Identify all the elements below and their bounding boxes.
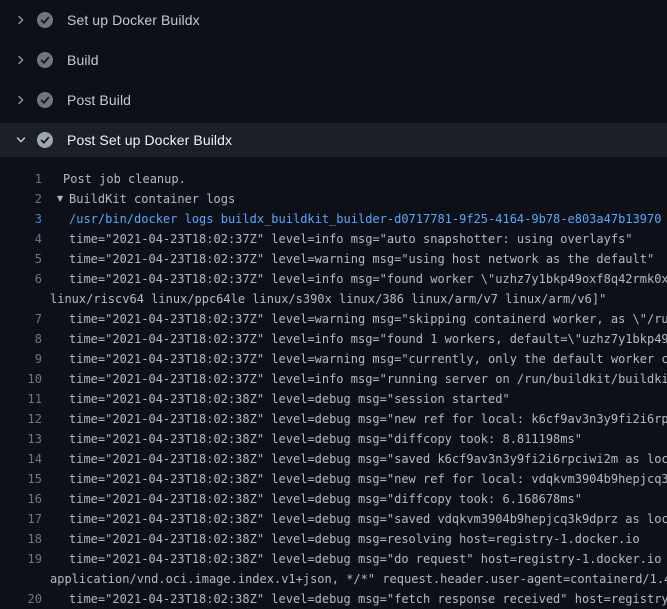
line-number[interactable]: 16 — [0, 489, 42, 509]
log-text: time="2021-04-23T18:02:38Z" level=debug … — [42, 389, 510, 409]
log-text: time="2021-04-23T18:02:37Z" level=warnin… — [42, 309, 667, 329]
log-line: 16 time="2021-04-23T18:02:38Z" level=deb… — [0, 489, 667, 509]
line-number[interactable]: 18 — [0, 529, 42, 549]
chevron-right-icon — [13, 12, 29, 28]
log-line: 8 time="2021-04-23T18:02:37Z" level=info… — [0, 329, 667, 349]
step-set-up-docker-buildx[interactable]: Set up Docker Buildx — [0, 0, 667, 40]
check-circle-icon — [37, 52, 53, 68]
line-number[interactable]: 13 — [0, 429, 42, 449]
log-text: time="2021-04-23T18:02:37Z" level=info m… — [42, 369, 667, 389]
line-number[interactable]: 14 — [0, 449, 42, 469]
step-build[interactable]: Build — [0, 40, 667, 80]
log-text: Post job cleanup. — [42, 169, 186, 189]
line-number[interactable]: 3 — [0, 209, 42, 229]
check-circle-icon — [37, 12, 53, 28]
log-text: /usr/bin/docker logs buildx_buildkit_bui… — [42, 209, 661, 229]
log-text: time="2021-04-23T18:02:38Z" level=debug … — [42, 549, 667, 569]
log-line: 19 time="2021-04-23T18:02:38Z" level=deb… — [0, 549, 667, 569]
line-number[interactable]: 19 — [0, 549, 42, 569]
log-text: time="2021-04-23T18:02:38Z" level=debug … — [42, 449, 667, 469]
log-line: 14 time="2021-04-23T18:02:38Z" level=deb… — [0, 449, 667, 469]
log-text: time="2021-04-23T18:02:38Z" level=debug … — [42, 409, 667, 429]
log-command-line: 3 /usr/bin/docker logs buildx_buildkit_b… — [0, 209, 667, 229]
log-line: 6 time="2021-04-23T18:02:37Z" level=info… — [0, 269, 667, 289]
log-line: 12 time="2021-04-23T18:02:38Z" level=deb… — [0, 409, 667, 429]
log-text: application/vnd.oci.image.index.v1+json,… — [42, 569, 667, 589]
log-text: time="2021-04-23T18:02:37Z" level=info m… — [42, 329, 667, 349]
chevron-down-icon — [13, 132, 29, 148]
chevron-right-icon — [13, 92, 29, 108]
log-text: linux/riscv64 linux/ppc64le linux/s390x … — [42, 289, 606, 309]
step-post-build[interactable]: Post Build — [0, 80, 667, 120]
log-text: time="2021-04-23T18:02:38Z" level=debug … — [42, 429, 582, 449]
line-number[interactable]: 4 — [0, 229, 42, 249]
check-circle-icon — [37, 132, 53, 148]
log-viewer: 1 Post job cleanup. 2 ▼ BuildKit contain… — [0, 160, 667, 609]
step-label: Build — [67, 52, 99, 68]
log-line: 5 time="2021-04-23T18:02:37Z" level=warn… — [0, 249, 667, 269]
chevron-right-icon — [13, 52, 29, 68]
log-text: time="2021-04-23T18:02:38Z" level=debug … — [42, 529, 640, 549]
log-line: 1 Post job cleanup. — [0, 169, 667, 189]
log-text: time="2021-04-23T18:02:37Z" level=info m… — [42, 269, 667, 289]
line-number[interactable]: 2 — [0, 189, 42, 209]
log-text: time="2021-04-23T18:02:38Z" level=debug … — [42, 489, 582, 509]
log-line-continuation: linux/riscv64 linux/ppc64le linux/s390x … — [0, 289, 667, 309]
log-text: time="2021-04-23T18:02:38Z" level=debug … — [42, 469, 667, 489]
check-circle-icon — [37, 92, 53, 108]
log-line: 20 time="2021-04-23T18:02:38Z" level=deb… — [0, 589, 667, 609]
log-text: time="2021-04-23T18:02:37Z" level=warnin… — [42, 349, 667, 369]
line-number[interactable]: 9 — [0, 349, 42, 369]
steps-list: Set up Docker Buildx Build Post Build Po… — [0, 0, 667, 157]
log-line: 15 time="2021-04-23T18:02:38Z" level=deb… — [0, 469, 667, 489]
log-group-line: 2 ▼ BuildKit container logs — [0, 189, 667, 209]
log-line: 10 time="2021-04-23T18:02:37Z" level=inf… — [0, 369, 667, 389]
log-text: time="2021-04-23T18:02:37Z" level=info m… — [42, 229, 633, 249]
log-line: 17 time="2021-04-23T18:02:38Z" level=deb… — [0, 509, 667, 529]
line-number[interactable]: 5 — [0, 249, 42, 269]
line-number[interactable]: 10 — [0, 369, 42, 389]
log-line: 7 time="2021-04-23T18:02:37Z" level=warn… — [0, 309, 667, 329]
line-number[interactable]: 20 — [0, 589, 42, 609]
log-line: 9 time="2021-04-23T18:02:37Z" level=warn… — [0, 349, 667, 369]
line-number[interactable]: 8 — [0, 329, 42, 349]
log-text: time="2021-04-23T18:02:38Z" level=debug … — [42, 589, 667, 609]
line-number[interactable]: 1 — [0, 169, 42, 189]
log-line: 11 time="2021-04-23T18:02:38Z" level=deb… — [0, 389, 667, 409]
line-number[interactable]: 15 — [0, 469, 42, 489]
line-number[interactable]: 6 — [0, 269, 42, 289]
log-line: 4 time="2021-04-23T18:02:37Z" level=info… — [0, 229, 667, 249]
log-text: time="2021-04-23T18:02:37Z" level=warnin… — [42, 249, 654, 269]
log-line: 18 time="2021-04-23T18:02:38Z" level=deb… — [0, 529, 667, 549]
log-text: time="2021-04-23T18:02:38Z" level=debug … — [42, 509, 667, 529]
step-label: Set up Docker Buildx — [67, 12, 200, 28]
step-label: Post Set up Docker Buildx — [67, 132, 232, 148]
line-number[interactable]: 12 — [0, 409, 42, 429]
line-number[interactable]: 7 — [0, 309, 42, 329]
log-group-title[interactable]: BuildKit container logs — [69, 189, 235, 209]
step-label: Post Build — [67, 92, 131, 108]
line-number[interactable]: 17 — [0, 509, 42, 529]
log-line-continuation: application/vnd.oci.image.index.v1+json,… — [0, 569, 667, 589]
step-post-set-up-docker-buildx[interactable]: Post Set up Docker Buildx — [0, 123, 667, 157]
triangle-down-icon[interactable]: ▼ — [57, 189, 69, 209]
log-line: 13 time="2021-04-23T18:02:38Z" level=deb… — [0, 429, 667, 449]
line-number[interactable]: 11 — [0, 389, 42, 409]
